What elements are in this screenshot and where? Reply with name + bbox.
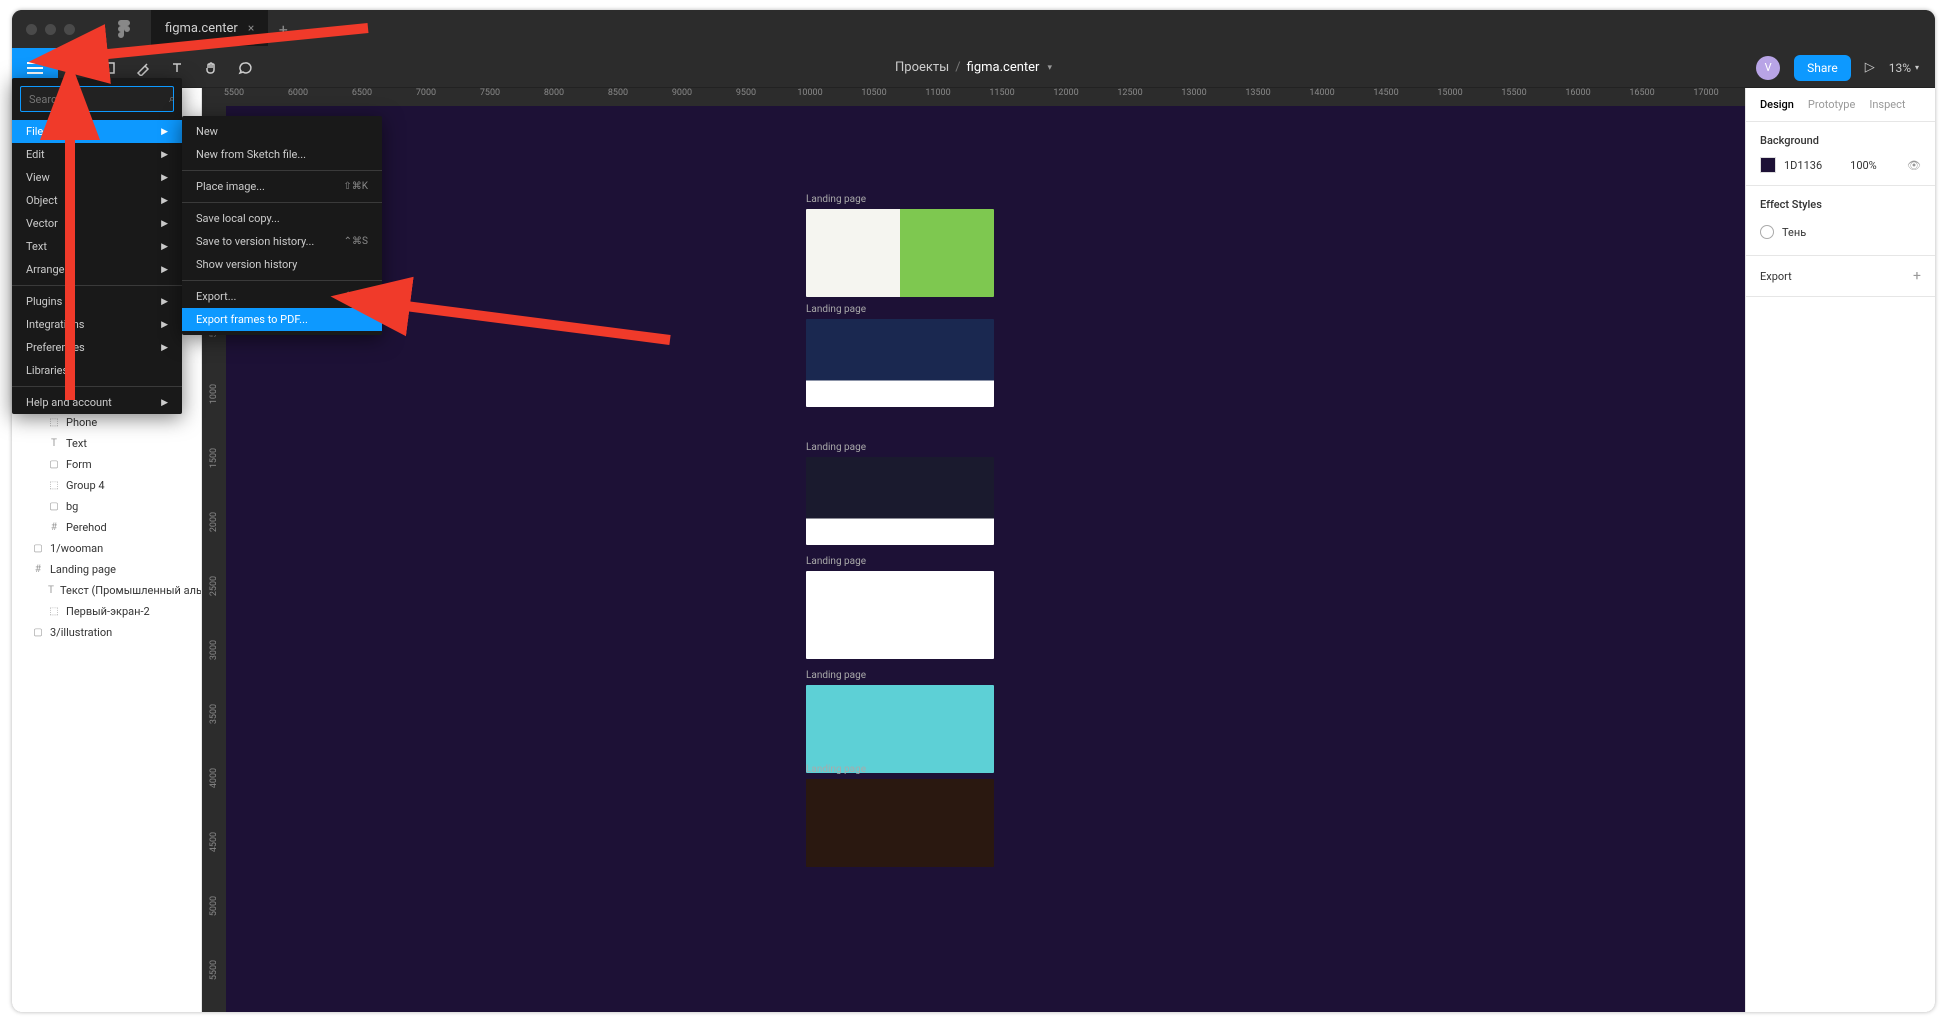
submenu-item-save-local-copy-[interactable]: Save local copy... bbox=[182, 207, 382, 230]
menu-item-help-and-account[interactable]: Help and account▶ bbox=[12, 391, 182, 414]
menu-item-file[interactable]: File▶ bbox=[12, 120, 182, 143]
effect-styles-heading: Effect Styles bbox=[1760, 198, 1921, 211]
breadcrumb-separator: / bbox=[955, 60, 960, 75]
canvas-frame[interactable]: Landing page bbox=[806, 194, 994, 297]
menu-item-arrange[interactable]: Arrange▶ bbox=[12, 258, 182, 281]
canvas-frame[interactable]: Landing page bbox=[806, 442, 994, 545]
canvas-frame[interactable]: Landing page bbox=[806, 556, 994, 659]
background-opacity[interactable]: 100% bbox=[1850, 159, 1877, 172]
visibility-toggle-icon[interactable]: 👁 bbox=[1907, 159, 1921, 172]
canvas-frame[interactable]: Landing page bbox=[806, 304, 994, 407]
menu-item-plugins[interactable]: Plugins▶ bbox=[12, 290, 182, 313]
canvas[interactable]: 5500600065007000750080008500900095001000… bbox=[202, 88, 1745, 1012]
avatar[interactable]: V bbox=[1756, 56, 1780, 80]
submenu-item-new-from-sketch-file-[interactable]: New from Sketch file... bbox=[182, 143, 382, 166]
submenu-item-export-[interactable]: Export...⇧⌘E bbox=[182, 285, 382, 308]
properties-tabs: Design Prototype Inspect bbox=[1746, 88, 1935, 122]
menu-item-text[interactable]: Text▶ bbox=[12, 235, 182, 258]
chevron-down-icon[interactable]: ▾ bbox=[1047, 63, 1052, 73]
canvas-frame[interactable]: Landing page bbox=[806, 764, 994, 867]
main-menu-dropdown: ⌕ File▶Edit▶View▶Object▶Vector▶Text▶Arra… bbox=[12, 78, 182, 414]
add-export-button[interactable]: + bbox=[1913, 268, 1921, 284]
layer-item[interactable]: ⬚Первый-экран-2 bbox=[12, 601, 201, 622]
menu-item-view[interactable]: View▶ bbox=[12, 166, 182, 189]
submenu-item-export-frames-to-pdf-[interactable]: Export frames to PDF... bbox=[182, 308, 382, 331]
breadcrumb-document[interactable]: figma.center bbox=[967, 60, 1040, 75]
background-swatch[interactable] bbox=[1760, 157, 1776, 173]
layer-item[interactable]: TText bbox=[12, 433, 201, 454]
layer-item[interactable]: TТекст (Промышленный альп... bbox=[12, 580, 201, 601]
search-icon: ⌕ bbox=[169, 92, 175, 106]
share-button[interactable]: Share bbox=[1794, 55, 1851, 81]
zoom-dropdown[interactable]: 13%▾ bbox=[1889, 61, 1919, 75]
present-button[interactable]: ▷ bbox=[1865, 60, 1875, 75]
submenu-item-new[interactable]: New bbox=[182, 120, 382, 143]
submenu-item-place-image-[interactable]: Place image...⇧⌘K bbox=[182, 175, 382, 198]
layer-item[interactable]: ▢bg bbox=[12, 496, 201, 517]
menu-item-integrations[interactable]: Integrations▶ bbox=[12, 313, 182, 336]
effect-name: Тень bbox=[1782, 226, 1806, 239]
menu-item-vector[interactable]: Vector▶ bbox=[12, 212, 182, 235]
layer-item[interactable]: ▢1/wooman bbox=[12, 538, 201, 559]
breadcrumb: Проекты / figma.center ▾ bbox=[895, 60, 1052, 75]
menu-item-preferences[interactable]: Preferences▶ bbox=[12, 336, 182, 359]
submenu-item-show-version-history[interactable]: Show version history bbox=[182, 253, 382, 276]
background-heading: Background bbox=[1760, 134, 1921, 147]
layer-item[interactable]: ▢Form bbox=[12, 454, 201, 475]
layer-item[interactable]: #Landing page bbox=[12, 559, 201, 580]
canvas-frame[interactable]: Landing page bbox=[806, 670, 994, 773]
layer-item[interactable]: #Perehod bbox=[12, 517, 201, 538]
menu-item-object[interactable]: Object▶ bbox=[12, 189, 182, 212]
layer-item[interactable]: ▢3/illustration bbox=[12, 622, 201, 643]
menu-search[interactable]: ⌕ bbox=[20, 86, 174, 112]
menu-item-edit[interactable]: Edit▶ bbox=[12, 143, 182, 166]
breadcrumb-project[interactable]: Проекты bbox=[895, 60, 949, 75]
menu-item-libraries[interactable]: Libraries bbox=[12, 359, 182, 382]
layer-item[interactable]: ⬚Group 4 bbox=[12, 475, 201, 496]
submenu-item-save-to-version-history-[interactable]: Save to version history...⌃⌘S bbox=[182, 230, 382, 253]
tab-design[interactable]: Design bbox=[1760, 98, 1794, 111]
properties-panel: Design Prototype Inspect Background 1D11… bbox=[1745, 88, 1935, 1012]
layer-item[interactable]: ⬚Phone bbox=[12, 412, 201, 433]
background-hex[interactable]: 1D1136 bbox=[1784, 159, 1822, 172]
effect-style-item[interactable]: Тень bbox=[1760, 221, 1921, 243]
export-heading: Export bbox=[1760, 270, 1792, 283]
effect-icon bbox=[1760, 225, 1774, 239]
file-submenu: NewNew from Sketch file... Place image...… bbox=[182, 116, 382, 335]
ruler-horizontal: 5500600065007000750080008500900095001000… bbox=[202, 88, 1745, 106]
tab-inspect[interactable]: Inspect bbox=[1869, 98, 1905, 111]
tab-prototype[interactable]: Prototype bbox=[1808, 98, 1855, 111]
